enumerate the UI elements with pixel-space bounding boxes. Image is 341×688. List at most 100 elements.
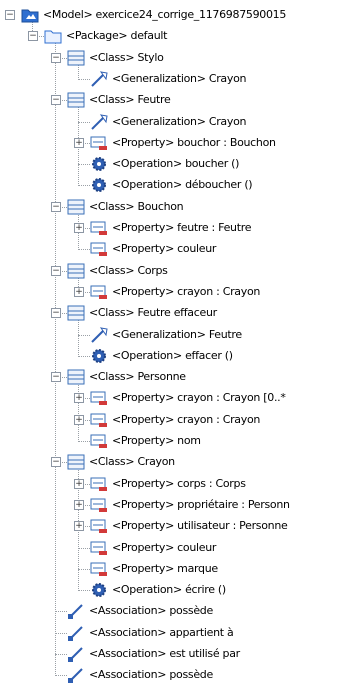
- model-tree: − <Model> exercice24_corrige_117698759001…: [0, 0, 341, 688]
- tree-node-operation[interactable]: <Operation> boucher (): [0, 154, 341, 174]
- class-icon: [67, 305, 85, 321]
- tree-node-operation[interactable]: <Operation> déboucher (): [0, 175, 341, 195]
- tree-node-label: <Class> Feutre: [89, 93, 171, 107]
- tree-node-property[interactable]: + <Property> crayon : Crayon [0..*: [0, 388, 341, 408]
- tree-node-label: <Property> crayon : Crayon [0..*: [112, 391, 286, 405]
- tree-connector-line: [78, 547, 90, 549]
- tree-node-label: <Generalization> Feutre: [112, 327, 242, 341]
- tree-node-label: <Property> couleur: [112, 540, 217, 554]
- collapse-toggle[interactable]: −: [51, 457, 61, 468]
- property-icon: [90, 476, 108, 492]
- tree-node-label: <Property> utilisateur : Personne: [112, 519, 288, 533]
- tree-node-class[interactable]: − <Class> Feutre: [0, 90, 341, 110]
- tree-node-property[interactable]: + <Property> feutre : Feutre: [0, 218, 341, 238]
- tree-node-class[interactable]: − <Class> Crayon: [0, 452, 341, 472]
- tree-node-association[interactable]: <Association> est utilisé par: [0, 644, 341, 664]
- tree-node-label: <Property> bouchor : Bouchon: [112, 135, 276, 149]
- tree-node-label: <Property> couleur: [112, 242, 217, 256]
- tree-node-label: <Property> propriétaire : Personn: [112, 497, 290, 511]
- tree-node-label: <Class> Personne: [89, 370, 186, 384]
- tree-node-generalization[interactable]: <Generalization> Crayon: [0, 112, 341, 132]
- expand-toggle[interactable]: +: [74, 414, 84, 425]
- tree-node-generalization[interactable]: <Generalization> Crayon: [0, 69, 341, 89]
- tree-node-label: <Class> Bouchon: [89, 199, 184, 213]
- tree-connector-line: [55, 611, 67, 613]
- collapse-toggle[interactable]: −: [51, 201, 61, 212]
- tree-node-label: <Class> Stylo: [89, 50, 164, 64]
- tree-node-label: <Operation> déboucher (): [112, 178, 253, 192]
- property-icon: [90, 241, 108, 257]
- property-icon: [90, 540, 108, 556]
- tree-node-property[interactable]: <Property> marque: [0, 559, 341, 579]
- expand-toggle[interactable]: +: [74, 137, 84, 148]
- tree-node-property[interactable]: + <Property> utilisateur : Personne: [0, 516, 341, 536]
- tree-node-class[interactable]: − <Class> Corps: [0, 261, 341, 281]
- tree-node-class[interactable]: − <Class> Bouchon: [0, 197, 341, 217]
- tree-node-label: <Property> marque: [112, 561, 218, 575]
- collapse-toggle[interactable]: −: [51, 372, 61, 383]
- tree-node-label: <Association> possède: [89, 668, 213, 682]
- association-icon: [67, 625, 85, 641]
- collapse-toggle[interactable]: −: [28, 31, 38, 42]
- tree-node-label: <Operation> effacer (): [112, 348, 233, 362]
- property-icon: [90, 220, 108, 236]
- tree-connector-line: [55, 654, 67, 655]
- tree-connector-line: [78, 441, 90, 442]
- tree-node-class[interactable]: − <Class> Feutre effaceur: [0, 303, 341, 323]
- tree-node-model[interactable]: − <Model> exercice24_corrige_117698759001…: [0, 5, 341, 25]
- tree-node-generalization[interactable]: <Generalization> Feutre: [0, 325, 341, 345]
- tree-node-package[interactable]: − <Package> default: [0, 26, 341, 46]
- property-icon: [90, 561, 108, 577]
- tree-node-class[interactable]: − <Class> Personne: [0, 367, 341, 387]
- generalization-icon: [90, 71, 108, 87]
- tree-node-association[interactable]: <Association> appartient à: [0, 623, 341, 643]
- association-icon: [67, 667, 85, 684]
- tree-node-label: <Property> corps : Corps: [112, 476, 246, 490]
- tree-connector-line: [78, 355, 90, 357]
- tree-connector-line: [78, 568, 90, 570]
- property-icon: [90, 497, 108, 513]
- expand-toggle[interactable]: +: [74, 521, 84, 532]
- tree-node-operation[interactable]: <Operation> écrire (): [0, 580, 341, 600]
- tree-connector-line: [78, 121, 90, 123]
- expand-toggle[interactable]: +: [74, 499, 84, 510]
- tree-node-property[interactable]: + <Property> corps : Corps: [0, 474, 341, 494]
- tree-node-property[interactable]: <Property> couleur: [0, 239, 341, 259]
- tree-node-label: <Property> feutre : Feutre: [112, 221, 252, 234]
- tree-node-label: <Association> appartient à: [89, 625, 234, 639]
- tree-node-property[interactable]: + <Property> bouchor : Bouchon: [0, 133, 341, 153]
- association-icon: [67, 646, 85, 662]
- collapse-toggle[interactable]: −: [51, 95, 61, 106]
- tree-connector-line: [78, 249, 90, 251]
- collapse-toggle[interactable]: −: [51, 308, 61, 319]
- tree-node-property[interactable]: + <Property> crayon : Crayon: [0, 410, 341, 430]
- expand-toggle[interactable]: +: [74, 478, 84, 489]
- tree-node-label: <Generalization> Crayon: [112, 114, 247, 128]
- class-icon: [67, 369, 85, 385]
- tree-node-association[interactable]: <Association> possède: [0, 601, 341, 621]
- tree-node-label: <Property> nom: [112, 434, 201, 447]
- expand-toggle[interactable]: +: [74, 393, 84, 404]
- property-icon: [90, 390, 108, 406]
- expand-toggle[interactable]: +: [74, 223, 84, 233]
- tree-node-property[interactable]: <Property> couleur: [0, 538, 341, 558]
- tree-node-property[interactable]: + <Property> crayon : Crayon: [0, 282, 341, 302]
- expand-toggle[interactable]: +: [74, 286, 84, 297]
- tree-node-association[interactable]: <Association> possède: [0, 665, 341, 685]
- tree-node-operation[interactable]: <Operation> effacer (): [0, 346, 341, 366]
- tree-node-label: <Operation> écrire (): [112, 583, 226, 597]
- tree-node-label: <Property> crayon : Crayon: [112, 284, 261, 298]
- tree-node-label: <Class> Corps: [89, 263, 168, 277]
- tree-node-class[interactable]: − <Class> Stylo: [0, 48, 341, 68]
- package-icon: [44, 28, 62, 44]
- class-icon: [67, 454, 85, 470]
- collapse-toggle[interactable]: −: [51, 52, 61, 63]
- property-icon: [90, 518, 108, 534]
- operation-icon: [90, 177, 108, 193]
- collapse-toggle[interactable]: −: [5, 10, 15, 20]
- class-icon: [67, 263, 85, 279]
- tree-node-property[interactable]: <Property> nom: [0, 431, 341, 451]
- collapse-toggle[interactable]: −: [51, 265, 61, 276]
- tree-node-property[interactable]: + <Property> propriétaire : Personn: [0, 495, 341, 515]
- tree-connector-line: [78, 185, 90, 187]
